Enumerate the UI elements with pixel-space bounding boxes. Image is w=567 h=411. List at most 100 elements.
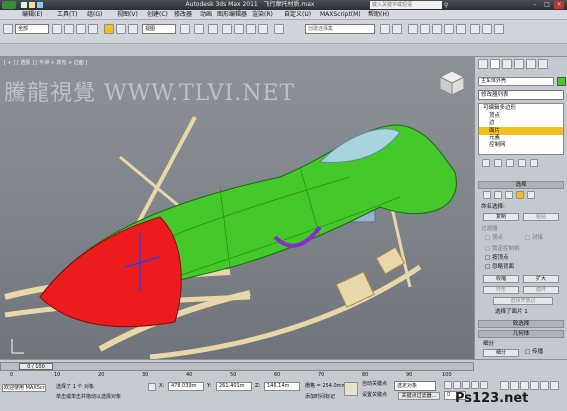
element-level-icon[interactable] — [527, 191, 535, 199]
zoom-extents-icon[interactable] — [520, 381, 529, 390]
orbit-icon[interactable] — [550, 381, 559, 390]
menu-tools[interactable]: 工具(T) — [55, 10, 79, 20]
next-frame-icon[interactable] — [471, 381, 479, 389]
shrink-button[interactable]: 收缩 — [483, 275, 519, 283]
previous-frame-icon[interactable] — [453, 381, 461, 389]
select-open-edges-button[interactable]: 选择开放边 — [493, 297, 553, 305]
ring-button[interactable]: 环形 — [483, 286, 519, 294]
edge-level-icon[interactable] — [494, 191, 502, 199]
search-input[interactable]: 键入关键字或短语 — [370, 1, 442, 9]
add-time-tag-button[interactable]: 添加时间标记 — [305, 393, 335, 402]
close-icon[interactable]: × — [554, 1, 564, 9]
pin-stack-icon[interactable] — [482, 159, 490, 167]
schematic-view-icon[interactable] — [444, 24, 454, 34]
named-selection-set-dropdown[interactable]: 创建选择集 — [305, 24, 375, 34]
propagate-checkbox[interactable]: □ 传播 — [525, 348, 543, 357]
ignore-backface-checkbox[interactable]: □ 忽略背面 — [485, 263, 514, 272]
menu-customize[interactable]: 自定义(U) — [282, 10, 313, 20]
z-coordinate-field[interactable]: 146.14m — [264, 382, 300, 391]
menu-graph-editors[interactable]: 图形编辑器 — [215, 10, 249, 20]
display-tab-icon[interactable] — [526, 59, 536, 69]
key-filters-button[interactable]: 关键点过滤器... — [398, 392, 440, 400]
modifier-list-dropdown[interactable]: 修改器列表 — [478, 90, 564, 100]
menu-animation[interactable]: 动画 — [198, 10, 214, 20]
pivot-center-icon[interactable] — [180, 24, 190, 34]
search-icon[interactable]: ⚲ — [444, 1, 452, 9]
selection-filter-dropdown[interactable]: 全部 — [15, 24, 49, 34]
zoom-icon[interactable] — [500, 381, 509, 390]
graphite-modeling-icon[interactable] — [420, 24, 430, 34]
new-file-icon[interactable] — [21, 2, 27, 8]
make-unique-icon[interactable] — [506, 159, 514, 167]
save-file-icon[interactable] — [37, 2, 43, 8]
utilities-tab-icon[interactable] — [538, 59, 548, 69]
percent-snap-icon[interactable] — [246, 24, 256, 34]
key-icon[interactable] — [344, 382, 358, 396]
snap-toggle-icon[interactable] — [222, 24, 232, 34]
filter-vertex-checkbox[interactable]: □ 顶点 — [485, 234, 503, 243]
render-setup-icon[interactable] — [470, 24, 480, 34]
by-vertex-checkbox[interactable]: □ 按顶点 — [485, 254, 508, 263]
configure-sets-icon[interactable] — [530, 159, 538, 167]
border-level-icon[interactable] — [505, 191, 513, 199]
menu-group[interactable]: 组(G) — [85, 10, 104, 20]
stack-item-edge[interactable]: 边 — [479, 120, 563, 127]
stack-item-element[interactable]: 元素 — [479, 135, 563, 142]
curve-editor-icon[interactable] — [432, 24, 442, 34]
menu-maxscript[interactable]: MAXScript(M) — [318, 10, 363, 20]
motion-tab-icon[interactable] — [514, 59, 524, 69]
loop-button[interactable]: 循环 — [523, 286, 559, 294]
spinner-snap-icon[interactable] — [258, 24, 268, 34]
field-of-view-icon[interactable] — [530, 381, 539, 390]
geometry-rollout-header[interactable]: 几何体 — [478, 330, 564, 338]
grow-button[interactable]: 扩大 — [523, 275, 559, 283]
maximize-icon[interactable]: □ — [542, 1, 552, 9]
render-production-icon[interactable] — [494, 24, 504, 34]
align-icon[interactable] — [392, 24, 402, 34]
maxscript-listener[interactable]: 欢迎使用 MAXScr — [2, 384, 46, 392]
remove-modifier-icon[interactable] — [518, 159, 526, 167]
set-key-button[interactable]: 设置关键点 — [362, 391, 387, 400]
soft-selection-rollout-header[interactable]: 软选择 — [478, 320, 564, 328]
rotate-icon[interactable] — [116, 24, 126, 34]
layer-manager-icon[interactable] — [408, 24, 418, 34]
lock-selection-icon[interactable] — [148, 383, 156, 391]
stack-item-vertex[interactable]: 顶点 — [479, 113, 563, 120]
go-to-start-icon[interactable] — [444, 381, 452, 389]
create-tab-icon[interactable] — [478, 59, 488, 69]
minimize-icon[interactable]: – — [530, 1, 540, 9]
show-end-result-icon[interactable] — [494, 159, 502, 167]
zoom-all-icon[interactable] — [510, 381, 519, 390]
vertex-level-icon[interactable] — [483, 191, 491, 199]
scale-icon[interactable] — [128, 24, 138, 34]
modify-tab-icon[interactable] — [490, 59, 500, 69]
menu-help[interactable]: 帮助(H) — [366, 10, 391, 20]
menu-views[interactable]: 视图(V) — [115, 10, 140, 20]
subdivide-button[interactable]: 细分 — [483, 349, 519, 357]
selection-rollout-header[interactable]: 选择 — [478, 181, 564, 189]
selected-object-dropdown[interactable]: 选定对象 — [394, 381, 436, 391]
angle-snap-icon[interactable] — [234, 24, 244, 34]
stack-item-editable-poly[interactable]: 可编辑多边形 — [479, 104, 563, 113]
keyboard-shortcut-icon[interactable] — [208, 24, 218, 34]
hierarchy-tab-icon[interactable] — [502, 59, 512, 69]
select-object-icon[interactable] — [52, 24, 62, 34]
lock-handles-checkbox[interactable]: □ 锁定控制柄 — [485, 245, 519, 254]
y-coordinate-field[interactable]: 261.401m — [216, 382, 252, 391]
copy-button[interactable]: 复制 — [483, 213, 519, 221]
polygon-level-icon[interactable] — [516, 191, 524, 199]
menu-rendering[interactable]: 渲染(R) — [250, 10, 275, 20]
window-crossing-icon[interactable] — [88, 24, 98, 34]
time-slider-thumb[interactable]: 0 / 100 — [19, 363, 53, 370]
x-coordinate-field[interactable]: 478.039m — [168, 382, 204, 391]
select-by-name-icon[interactable] — [64, 24, 74, 34]
object-color-swatch[interactable] — [557, 77, 566, 86]
move-icon[interactable] — [104, 24, 114, 34]
stack-item-control-mesh[interactable]: 控制网 — [479, 142, 563, 149]
undo-icon[interactable] — [3, 24, 13, 34]
mirror-icon[interactable] — [380, 24, 390, 34]
edit-named-selection-icon[interactable] — [274, 24, 284, 34]
stack-item-patch[interactable]: 面片 — [479, 127, 563, 135]
object-name-field[interactable]: 主车体外壳 — [478, 77, 554, 86]
reference-coordinate-dropdown[interactable]: 视图 — [142, 24, 176, 34]
